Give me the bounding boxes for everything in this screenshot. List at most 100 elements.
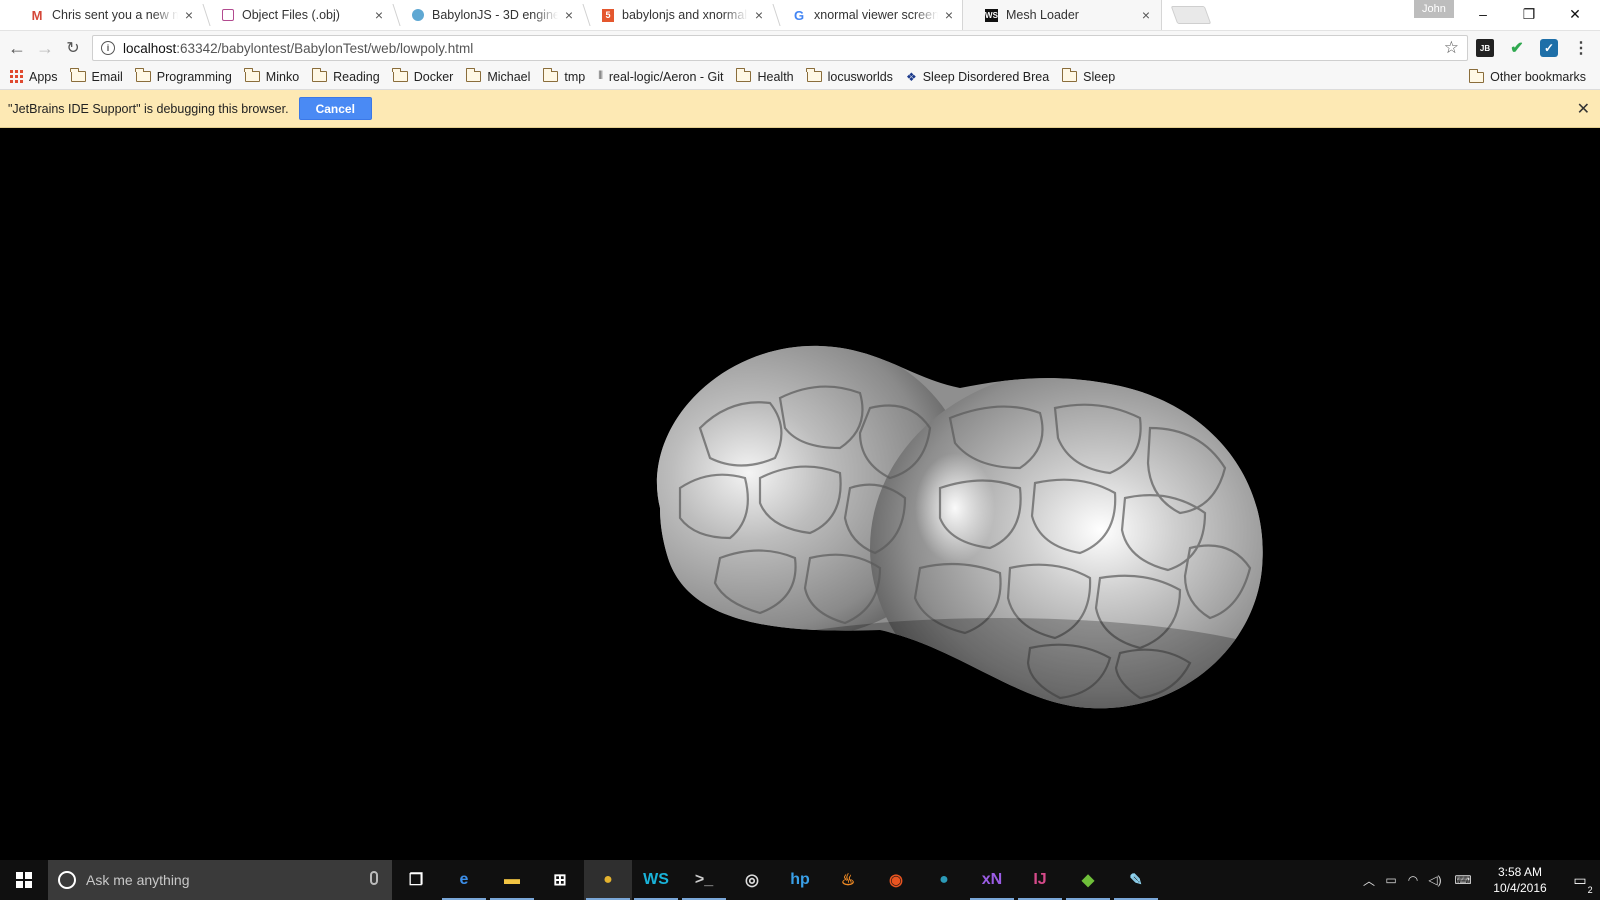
- folder-icon: [392, 68, 408, 82]
- file-explorer-icon[interactable]: ▬: [488, 860, 536, 900]
- start-button[interactable]: [0, 860, 48, 900]
- folder-icon: [465, 68, 482, 82]
- bookmark-health[interactable]: Health: [735, 68, 794, 84]
- folder-icon: [806, 68, 822, 82]
- taskbar-glyph: hp: [790, 871, 810, 888]
- bookmark-sleep[interactable]: Sleep: [1061, 68, 1116, 84]
- volume-icon[interactable]: ◁): [1424, 873, 1446, 887]
- bookmark-label: Sleep Disordered Brea: [922, 69, 1050, 84]
- bookmark-label: Sleep: [1083, 69, 1116, 84]
- tab-mesh-loader-active[interactable]: WS Mesh Loader ×: [962, 0, 1162, 30]
- clock[interactable]: 3:58 AM 10/4/2016: [1480, 864, 1560, 896]
- other-bookmarks[interactable]: Other bookmarks: [1468, 68, 1586, 84]
- minimize-button[interactable]: –: [1460, 0, 1506, 28]
- intellij-icon[interactable]: IJ: [1016, 860, 1064, 900]
- babylon-canvas[interactable]: [0, 128, 1600, 860]
- microphone-icon[interactable]: [370, 871, 378, 885]
- bookmark-label: real-logic/Aeron - Git: [608, 69, 724, 84]
- bookmark-sleep-disordered[interactable]: ❖ Sleep Disordered Brea: [906, 70, 1049, 84]
- bookmark-label: Other bookmarks: [1490, 70, 1586, 84]
- xnormal-icon[interactable]: xN: [968, 860, 1016, 900]
- bookmark-label: Minko: [265, 69, 300, 84]
- taskbar-glyph: ◆: [1081, 872, 1095, 889]
- reload-button[interactable]: ↻: [62, 37, 84, 59]
- git-icon[interactable]: ◆: [1064, 860, 1112, 900]
- app-swirl-icon[interactable]: ◎: [728, 860, 776, 900]
- close-icon[interactable]: ×: [182, 7, 196, 23]
- jetbrains-extension-icon[interactable]: JB: [1476, 39, 1494, 57]
- close-icon[interactable]: ×: [372, 7, 386, 23]
- folder-icon: [311, 68, 328, 82]
- tab-babylonjs-xnormal[interactable]: 5 babylonjs and xnormal - ×: [580, 0, 774, 30]
- hp-icon[interactable]: hp: [776, 860, 824, 900]
- bookmark-label: Email: [91, 69, 123, 84]
- bookmark-apps[interactable]: Apps: [10, 70, 58, 84]
- battery-icon[interactable]: ▭: [1380, 873, 1402, 887]
- ubuntu-icon[interactable]: ◉: [872, 860, 920, 900]
- webstorm-icon[interactable]: WS: [632, 860, 680, 900]
- cortana-search-box[interactable]: Ask me anything: [48, 860, 392, 900]
- address-bar[interactable]: i localhost:63342/babylontest/BabylonTes…: [92, 35, 1468, 61]
- bookmark-docker[interactable]: Docker: [392, 68, 453, 84]
- bookmark-email[interactable]: Email: [70, 68, 123, 84]
- taskbar-glyph: ♨: [840, 872, 856, 889]
- bookmark-minko[interactable]: Minko: [244, 68, 300, 84]
- url-host: localhost: [123, 40, 177, 56]
- terminal-icon[interactable]: >_: [680, 860, 728, 900]
- gmail-icon: M: [31, 7, 43, 23]
- tab-object-files[interactable]: Object Files (.obj) ×: [200, 0, 394, 30]
- store-icon[interactable]: ⊞: [536, 860, 584, 900]
- close-icon[interactable]: ×: [562, 7, 576, 23]
- chrome-icon[interactable]: ●: [584, 860, 632, 900]
- bookmark-label: Michael: [487, 69, 531, 84]
- close-window-button[interactable]: ✕: [1552, 0, 1598, 28]
- paint-icon[interactable]: ✎: [1112, 860, 1160, 900]
- restore-button[interactable]: ❐: [1506, 0, 1552, 28]
- bookmark-programming[interactable]: Programming: [135, 68, 232, 84]
- bookmark-reading[interactable]: Reading: [311, 68, 380, 84]
- aeron-icon: ⫴: [598, 70, 603, 82]
- mesh-render: [656, 345, 1263, 709]
- forward-button[interactable]: →: [34, 37, 56, 59]
- keyboard-icon[interactable]: ⌨: [1446, 873, 1480, 887]
- taskbar-glyph: xN: [981, 871, 1003, 888]
- tab-babylonjs[interactable]: BabylonJS - 3D engine b ×: [390, 0, 584, 30]
- chevron-up-icon[interactable]: ︿: [1358, 872, 1380, 889]
- back-button[interactable]: ←: [6, 37, 28, 59]
- info-icon[interactable]: i: [101, 41, 115, 55]
- tab-gmail[interactable]: M Chris sent you a new me ×: [8, 0, 204, 30]
- debug-infobar: "JetBrains IDE Support" is debugging thi…: [0, 90, 1600, 128]
- taskbar-apps: ❐ e ▬ ⊞ ● WS >_ ◎ hp ♨ ◉ ● xN IJ ◆ ✎: [392, 860, 1160, 900]
- close-icon[interactable]: ✕: [1577, 99, 1590, 119]
- bookmark-michael[interactable]: Michael: [465, 68, 531, 84]
- close-icon[interactable]: ×: [1139, 7, 1153, 23]
- search-placeholder: Ask me anything: [86, 872, 190, 888]
- task-extension-icon[interactable]: ✓: [1540, 39, 1558, 57]
- action-center-icon[interactable]: ▭ 2: [1560, 860, 1600, 900]
- checkmark-extension-icon[interactable]: ✔: [1508, 39, 1526, 57]
- edge-icon[interactable]: e: [440, 860, 488, 900]
- close-icon[interactable]: ×: [752, 7, 766, 23]
- tab-google-search[interactable]: G xnormal viewer screen sh ×: [770, 0, 964, 30]
- cancel-button[interactable]: Cancel: [298, 97, 372, 120]
- teal-app-icon[interactable]: ●: [920, 860, 968, 900]
- bookmark-label: Health: [757, 69, 794, 84]
- bookmark-aeron[interactable]: ⫴ real-logic/Aeron - Git: [598, 70, 723, 84]
- apps-grid-icon: [10, 70, 23, 83]
- task-view-icon[interactable]: ❐: [392, 860, 440, 900]
- menu-icon[interactable]: ⋮: [1572, 39, 1590, 57]
- peanut-mesh: [656, 345, 1263, 709]
- profile-button[interactable]: John: [1414, 0, 1454, 18]
- bookmark-label: Apps: [29, 69, 58, 84]
- flame-icon[interactable]: ♨: [824, 860, 872, 900]
- bookmark-locusworlds[interactable]: locusworlds: [806, 68, 893, 84]
- new-tab-button[interactable]: [1170, 6, 1212, 24]
- bookmark-star-icon[interactable]: ☆: [1444, 38, 1459, 58]
- close-icon[interactable]: ×: [942, 7, 956, 23]
- wifi-icon[interactable]: ◠: [1402, 873, 1424, 887]
- system-tray: ︿ ▭ ◠ ◁) ⌨ 3:58 AM 10/4/2016 ▭ 2: [1358, 860, 1600, 900]
- google-icon: G: [793, 7, 805, 23]
- tab-title: BabylonJS - 3D engine b: [432, 8, 558, 22]
- taskbar-glyph: WS: [643, 871, 669, 888]
- bookmark-tmp[interactable]: tmp: [542, 68, 585, 84]
